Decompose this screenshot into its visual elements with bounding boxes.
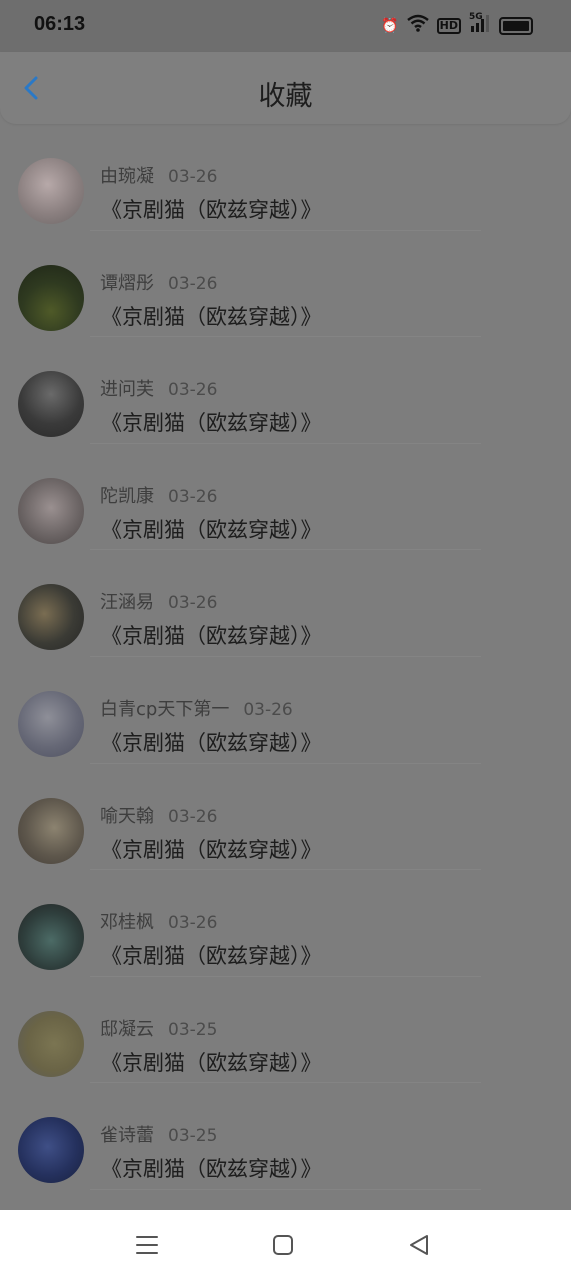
date: 03-26 — [168, 593, 218, 614]
battery-icon — [499, 16, 533, 35]
avatar[interactable] — [18, 584, 84, 651]
avatar[interactable] — [18, 1117, 84, 1184]
list-item[interactable]: 邸凝云 03-25 《京剧猫（欧兹穿越）》 — [0, 977, 571, 1084]
item-title[interactable]: 《京剧猫（欧兹穿越）》 — [101, 1153, 322, 1183]
user-name[interactable]: 邓桂枫 — [100, 912, 154, 933]
home-icon[interactable] — [270, 1233, 296, 1257]
user-name[interactable]: 进问芙 — [100, 379, 154, 400]
list-item[interactable]: 谭熠彤 03-26 《京剧猫（欧兹穿越）》 — [0, 231, 571, 338]
date: 03-26 — [168, 167, 218, 187]
header: 收藏 — [0, 52, 571, 124]
wifi-icon — [406, 14, 429, 37]
list-item[interactable]: 进问芙 03-26 《京剧猫（欧兹穿越）》 — [0, 337, 571, 444]
item-title[interactable]: 《京剧猫（欧兹穿越）》 — [101, 514, 322, 544]
user-name[interactable]: 白青cp天下第一 — [100, 699, 229, 720]
date: 03-25 — [168, 1126, 218, 1147]
date: 03-26 — [168, 380, 218, 401]
item-title[interactable]: 《京剧猫（欧兹穿越）》 — [101, 1047, 322, 1077]
menu-icon[interactable] — [134, 1233, 160, 1257]
list-item[interactable]: 汪涵易 03-26 《京剧猫（欧兹穿越）》 — [0, 550, 571, 657]
avatar[interactable] — [18, 797, 84, 864]
avatar[interactable] — [18, 477, 84, 544]
item-title[interactable]: 《京剧猫（欧兹穿越）》 — [101, 407, 322, 437]
back-triangle-icon[interactable] — [406, 1233, 432, 1257]
user-name[interactable]: 喻天翰 — [100, 806, 154, 827]
date: 03-25 — [168, 1019, 218, 1040]
hd-badge: HD — [436, 17, 461, 34]
list-item[interactable]: 由琬凝 03-26 《京剧猫（欧兹穿越）》 — [0, 124, 571, 231]
network-type: 5G — [469, 12, 483, 22]
item-title[interactable]: 《京剧猫（欧兹穿越）》 — [101, 301, 322, 331]
user-name[interactable]: 陀凯康 — [100, 486, 154, 507]
list-item[interactable]: 喻天翰 03-26 《京剧猫（欧兹穿越）》 — [0, 764, 571, 871]
user-name[interactable]: 邸凝云 — [100, 1019, 154, 1040]
status-bar: 06:13 ⏰ HD 5G — [0, 0, 571, 52]
date: 03-26 — [243, 699, 293, 720]
status-icons: ⏰ HD 5G — [381, 12, 533, 37]
system-nav-bar — [0, 1210, 571, 1280]
user-name[interactable]: 谭熠彤 — [100, 273, 154, 294]
avatar[interactable] — [18, 1010, 84, 1077]
page-title: 收藏 — [258, 81, 313, 112]
status-time: 06:13 — [34, 13, 86, 35]
item-title[interactable]: 《京剧猫（欧兹穿越）》 — [101, 194, 322, 224]
avatar[interactable] — [18, 264, 84, 331]
list-item[interactable]: 白青cp天下第一 03-26 《京剧猫（欧兹穿越）》 — [0, 657, 571, 764]
item-title[interactable]: 《京剧猫（欧兹穿越）》 — [101, 940, 322, 970]
item-title[interactable]: 《京剧猫（欧兹穿越）》 — [101, 727, 322, 757]
date: 03-26 — [168, 806, 218, 827]
favorites-list: 由琬凝 03-26 《京剧猫（欧兹穿越）》 谭熠彤 03-26 《京剧猫（欧兹穿越）… — [0, 124, 571, 1190]
user-name[interactable]: 雀诗蕾 — [100, 1125, 154, 1146]
avatar[interactable] — [18, 904, 84, 971]
list-item[interactable]: 雀诗蕾 03-25 《京剧猫（欧兹穿越）》 — [0, 1083, 571, 1190]
alarm-icon: ⏰ — [381, 17, 399, 34]
signal-icon: 5G — [469, 12, 491, 37]
date: 03-26 — [168, 273, 218, 294]
item-title[interactable]: 《京剧猫（欧兹穿越）》 — [101, 620, 322, 650]
date: 03-26 — [168, 913, 218, 934]
date: 03-26 — [168, 486, 218, 507]
user-name[interactable]: 汪涵易 — [100, 592, 154, 613]
list-item[interactable]: 邓桂枫 03-26 《京剧猫（欧兹穿越）》 — [0, 870, 571, 977]
avatar[interactable] — [18, 158, 84, 224]
list-item[interactable]: 陀凯康 03-26 《京剧猫（欧兹穿越）》 — [0, 444, 571, 551]
avatar[interactable] — [18, 690, 84, 757]
item-title[interactable]: 《京剧猫（欧兹穿越）》 — [101, 834, 322, 864]
user-name[interactable]: 由琬凝 — [100, 166, 154, 187]
avatar[interactable] — [18, 371, 84, 438]
